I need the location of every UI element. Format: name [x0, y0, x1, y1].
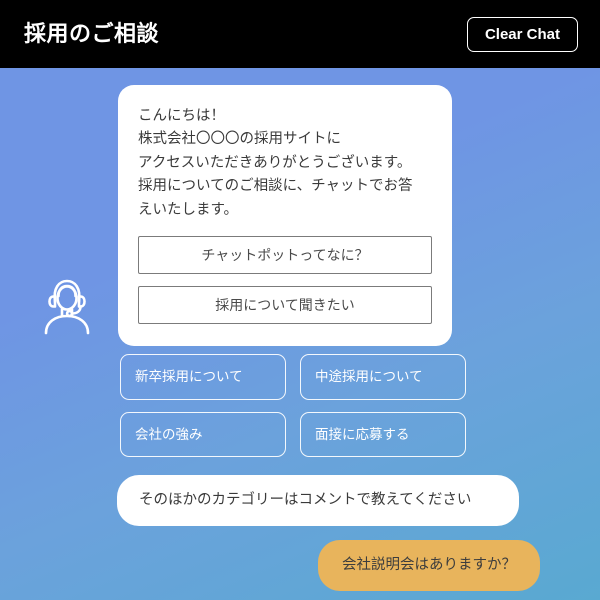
bot-message-text: こんにちは！ 株式会社〇〇〇の採用サイトに アクセスいただきありがとうございます… — [138, 108, 413, 218]
quick-reply-apply-interview[interactable]: 面接に応募する — [300, 411, 466, 457]
headset-operator-icon — [44, 279, 90, 335]
bot-option-ask-about-recruiting[interactable]: 採用について聞きたい — [138, 286, 432, 325]
user-message-bubble: 会社説明会はありますか？ — [318, 540, 540, 591]
app-header: 採用のご相談 Clear Chat — [0, 0, 600, 68]
quick-reply-company-strengths[interactable]: 会社の強み — [120, 411, 286, 457]
clear-chat-button[interactable]: Clear Chat — [466, 16, 578, 52]
bot-option-what-is-chatbot[interactable]: チャットポットってなに？ — [138, 236, 432, 275]
quick-reply-mid-career[interactable]: 中途採用について — [300, 354, 466, 400]
chatbot-app: 採用のご相談 Clear Chat こんにちは！ 株式会社〇〇〇の採用サイトに … — [0, 0, 600, 600]
chat-canvas: こんにちは！ 株式会社〇〇〇の採用サイトに アクセスいただきありがとうございます… — [0, 68, 600, 600]
bot-message-bubble: こんにちは！ 株式会社〇〇〇の採用サイトに アクセスいただきありがとうございます… — [118, 85, 452, 347]
quick-reply-new-graduate[interactable]: 新卒採用について — [120, 354, 286, 400]
avatar — [33, 272, 101, 340]
prompt-message-bubble: そのほかのカテゴリーはコメントで教えてください — [117, 475, 519, 526]
page-title: 採用のご相談 — [24, 21, 160, 46]
quick-reply-group: 新卒採用について 中途採用について 会社の強み 面接に応募する — [120, 354, 466, 457]
